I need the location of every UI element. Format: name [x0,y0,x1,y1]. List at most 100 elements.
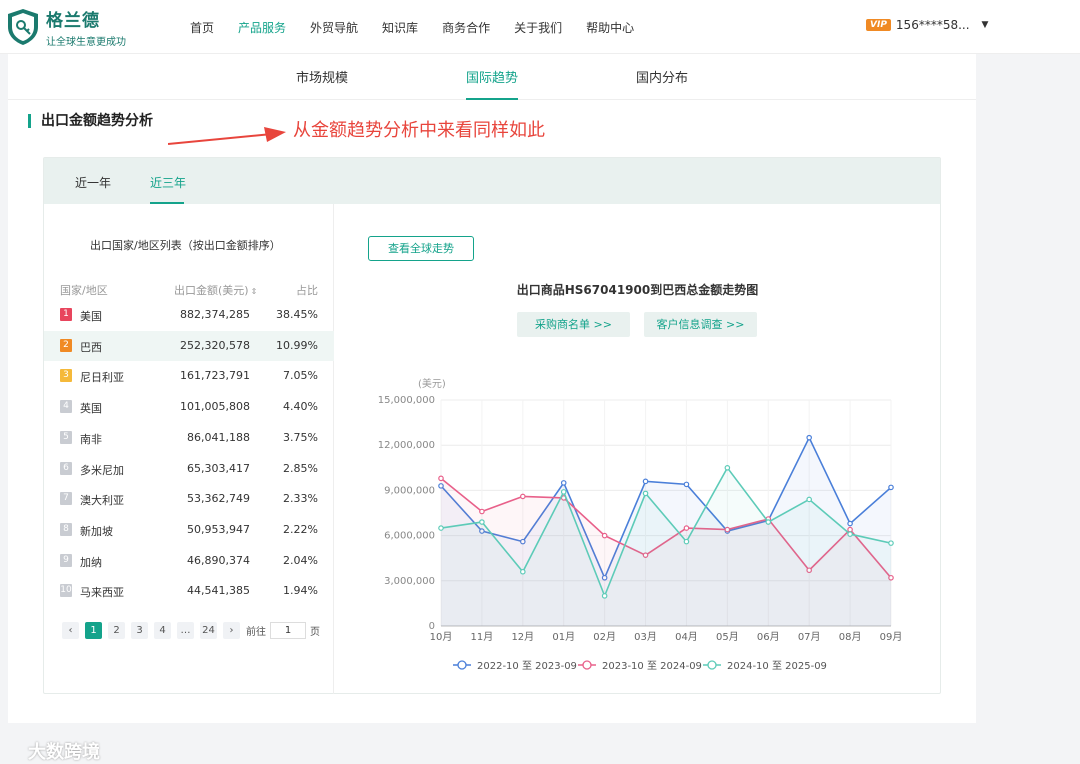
page-unit-label: 页 [310,627,320,638]
table-row[interactable]: 3 尼日利亚 161,723,791 7.05% [44,361,334,391]
data-point [765,519,772,525]
customer-survey-button[interactable]: 客户信息调查 >> [644,312,757,337]
country-name: 澳大利亚 [80,494,124,508]
table-row[interactable]: 5 南非 86,041,188 3.75% [44,423,334,453]
page-24[interactable]: 24 [200,622,217,639]
table-row[interactable]: 9 加纳 46,890,374 2.04% [44,546,334,576]
caret-down-icon[interactable]: ▼ [982,20,989,30]
y-tick-label: 3,000,000 [384,576,435,587]
data-point [847,531,853,537]
x-tick-label: 12月 [511,631,534,643]
rank-badge: 10 [60,584,72,598]
export-ratio: 1.94% [283,584,318,598]
section-title: 出口金额趋势分析 [28,114,153,128]
data-point [642,478,649,485]
x-tick-label: 04月 [675,631,698,643]
data-point [724,465,731,471]
goto-page-input[interactable]: 1 [270,622,306,639]
table-row[interactable]: 7 澳大利亚 53,362,749 2.33% [44,484,334,514]
tab-international-trend[interactable]: 国际趋势 [466,67,518,86]
table-row[interactable]: 10 马来西亚 44,541,385 1.94% [44,576,334,606]
data-point [560,480,567,486]
legend-label: 2024-10 至 2025-09 [727,660,827,672]
country-name: 加纳 [80,555,102,569]
data-point [601,532,608,539]
country-name: 英国 [80,402,102,416]
nav-trade-guide[interactable]: 外贸导航 [310,19,358,36]
tab-last-1-year[interactable]: 近一年 [75,174,111,191]
country-name: 南非 [80,432,102,446]
y-tick-label: 9,000,000 [384,485,435,496]
page-4[interactable]: 4 [154,622,171,639]
nav-knowledge[interactable]: 知识库 [382,19,418,36]
table-row[interactable]: 4 英国 101,005,808 4.40% [44,392,334,422]
header-amount[interactable]: 出口金额(美元) ⇕ [174,282,257,298]
page-ellipsis[interactable]: … [177,622,194,639]
x-tick-label: 10月 [430,631,453,643]
page-3[interactable]: 3 [131,622,148,639]
x-tick-label: 02月 [593,631,616,643]
header-amount-label: 出口金额(美元) [174,284,249,297]
sort-icon[interactable]: ⇕ [251,287,258,296]
header-country: 国家/地区 [60,284,108,297]
tab-market-size[interactable]: 市场规模 [296,67,348,86]
list-title: 出口国家/地区列表（按出口金额排序） [90,239,281,252]
legend-marker [457,660,467,670]
export-amount: 86,041,188 [187,430,250,444]
data-point [601,593,608,599]
data-point [683,525,690,531]
data-point [520,568,526,575]
shield-logo-icon [6,8,40,46]
rank-badge: 7 [60,492,72,506]
nav-products[interactable]: 产品服务 [238,19,286,36]
table-row[interactable]: 8 新加坡 50,953,947 2.22% [44,515,334,545]
y-tick-label: 0 [429,621,435,632]
nav-business[interactable]: 商务合作 [442,19,490,36]
chart-panel: 查看全球走势 出口商品HS67041900到巴西总金额走势图 采购商名单 >> … [335,204,940,694]
export-amount: 882,374,285 [180,308,250,321]
buyer-list-button[interactable]: 采购商名单 >> [517,312,630,337]
tab-domestic-distribution[interactable]: 国内分布 [636,67,688,86]
analysis-panel: 近一年 近三年 出口国家/地区列表（按出口金额排序） 国家/地区 出口金额(美元… [43,157,941,694]
page-2[interactable]: 2 [108,622,125,639]
brand-name: 格兰德 [46,11,100,31]
brand-logo[interactable]: 格兰德 让全球生意更成功 [6,6,126,48]
vip-badge: VIP [866,19,891,31]
annotation-arrow-icon [168,127,286,145]
export-ratio: 2.85% [283,461,318,475]
country-name: 马来西亚 [80,586,124,600]
export-ratio: 2.22% [283,522,318,536]
rank-badge: 2 [60,338,72,352]
x-tick-label: 06月 [757,631,780,643]
x-tick-label: 11月 [471,631,494,643]
view-global-trend-button[interactable]: 查看全球走势 [368,236,474,261]
x-tick-label: 07月 [798,631,821,643]
table-row[interactable]: 1 美国 882,374,285 38.45% [44,300,334,330]
page-1[interactable]: 1 [85,622,102,639]
tab-last-3-years[interactable]: 近三年 [150,174,186,191]
top-navigation-bar: 格兰德 让全球生意更成功 首页 产品服务 外贸导航 知识库 商务合作 关于我们 … [0,0,1080,54]
nav-home[interactable]: 首页 [190,19,214,36]
watermark-text: 大数跨境 [28,742,100,763]
user-menu[interactable]: VIP 156****58... ▼ [866,18,988,32]
export-amount: 161,723,791 [180,369,250,383]
export-ratio: 3.75% [283,430,318,444]
data-point [479,508,485,515]
next-page-button[interactable]: › [223,622,240,639]
nav-help[interactable]: 帮助中心 [586,19,634,36]
data-point [847,526,853,533]
data-point [888,540,894,546]
prev-page-button[interactable]: ‹ [62,622,79,639]
annotation-text: 从金额趋势分析中来看同样如此 [293,120,545,141]
y-tick-label: 6,000,000 [384,531,435,542]
legend-label: 2022-10 至 2023-09 [477,660,577,672]
table-row[interactable]: 6 多米尼加 65,303,417 2.85% [44,454,334,484]
country-name: 巴西 [80,340,102,354]
y-tick-label: 15,000,000 [378,395,435,406]
export-amount: 46,890,374 [187,553,250,567]
nav-about[interactable]: 关于我们 [514,19,562,36]
rank-badge: 8 [60,522,72,536]
brand-slogan: 让全球生意更成功 [46,37,126,48]
table-row[interactable]: 2 巴西 252,320,578 10.99% [44,330,334,361]
x-tick-label: 01月 [552,631,575,643]
